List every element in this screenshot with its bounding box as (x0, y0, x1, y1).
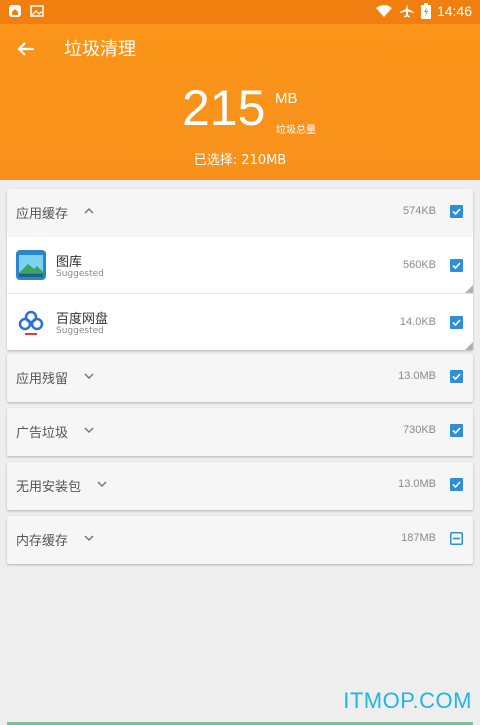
category-card-memory-cache: 内存缓存 187MB (7, 516, 473, 564)
header: 垃圾清理 215 MB 垃圾总量 已选择: 210MB (0, 24, 480, 180)
gallery-icon (16, 250, 46, 280)
total-unit: MB (275, 90, 298, 107)
status-time: 14:46 (436, 3, 472, 19)
checkbox-checked-icon[interactable] (450, 205, 463, 218)
total-label: 垃圾总量 (276, 125, 316, 136)
category-label: 应用缓存 (16, 207, 69, 222)
category-card-useless-apk: 无用安装包 13.0MB (7, 462, 473, 510)
list-item[interactable]: 百度网盘 Suggested 14.0KB (7, 294, 473, 350)
app-name: 图库 (56, 255, 83, 270)
checkbox-checked-icon[interactable] (450, 424, 463, 437)
home-notification-icon (9, 5, 21, 17)
app-subtitle: Suggested (56, 326, 104, 336)
chevron-down-icon[interactable] (83, 370, 95, 382)
category-card-app-cache: 应用缓存 574KB 图库 Suggested 560KB 百度网盘 Sugge… (7, 189, 473, 350)
chevron-down-icon[interactable] (96, 478, 108, 490)
back-arrow-icon[interactable] (14, 37, 38, 61)
category-size: 574KB (402, 205, 436, 217)
wifi-icon (375, 5, 392, 17)
watermark: ITMOP.COM (343, 688, 472, 713)
category-size: 730KB (402, 424, 436, 436)
category-label: 应用残留 (16, 372, 69, 387)
category-label: 广告垃圾 (16, 426, 69, 441)
chevron-up-icon[interactable] (83, 205, 95, 217)
category-label: 无用安装包 (16, 480, 82, 495)
image-notification-icon (30, 5, 44, 17)
category-row[interactable]: 应用缓存 574KB (7, 189, 473, 237)
category-size: 13.0MB (398, 370, 436, 382)
app-name: 百度网盘 (56, 312, 109, 327)
category-card-app-residue: 应用残留 13.0MB (7, 354, 473, 402)
app-subtitle: Suggested (56, 269, 104, 279)
corner-marker-icon (465, 285, 473, 293)
selected-size: 已选择: 210MB (193, 153, 287, 168)
checkbox-checked-icon[interactable] (450, 370, 463, 383)
app-size: 560KB (402, 259, 436, 271)
category-row[interactable]: 广告垃圾 730KB (7, 408, 473, 456)
list-item[interactable]: 图库 Suggested 560KB (7, 237, 473, 294)
checkbox-checked-icon[interactable] (450, 478, 463, 491)
category-row[interactable]: 无用安装包 13.0MB (7, 462, 473, 510)
category-label: 内存缓存 (16, 534, 69, 549)
app-size: 14.0KB (399, 316, 436, 328)
checkbox-checked-icon[interactable] (450, 316, 463, 329)
category-size: 187MB (401, 532, 436, 544)
status-bar: 14:46 (0, 0, 480, 24)
page-title: 垃圾清理 (64, 39, 136, 60)
baidu-netdisk-icon (18, 310, 44, 335)
category-row[interactable]: 应用残留 13.0MB (7, 354, 473, 402)
corner-marker-icon (465, 342, 473, 350)
checkbox-checked-icon[interactable] (450, 259, 463, 272)
category-row[interactable]: 内存缓存 187MB (7, 516, 473, 564)
chevron-down-icon[interactable] (83, 424, 95, 436)
total-value: 215 (182, 80, 266, 136)
airplane-icon (399, 4, 414, 18)
category-size: 13.0MB (398, 478, 436, 490)
category-card-ad-junk: 广告垃圾 730KB (7, 408, 473, 456)
chevron-down-icon[interactable] (83, 532, 95, 544)
checkbox-partial-icon[interactable] (450, 532, 463, 545)
battery-icon (420, 3, 431, 19)
